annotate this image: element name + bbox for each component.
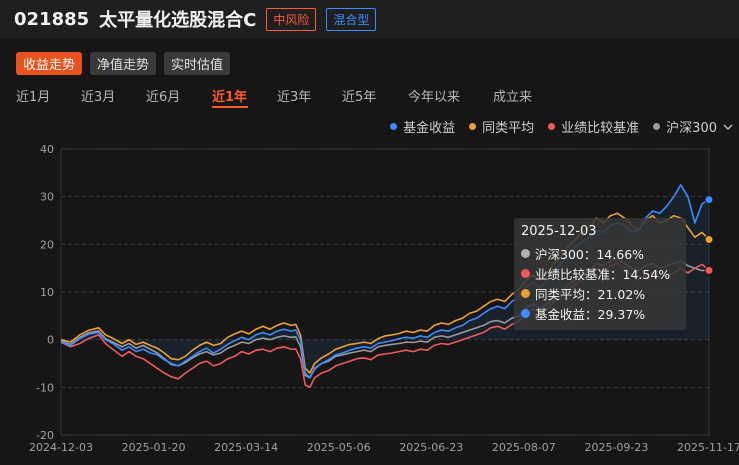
- tooltip-dot-icon: [521, 288, 530, 298]
- legend-label: 沪深300: [666, 121, 717, 136]
- series-end-point: [704, 195, 714, 205]
- tooltip-value: 业绩比较基准：14.54%: [535, 266, 671, 282]
- tooltip-dot-icon: [521, 248, 530, 258]
- x-axis: 2024-12-03 2025-01-20 2025-03-14 2025-05-06…: [29, 441, 739, 454]
- period-tab-6m[interactable]: 近6月: [146, 86, 180, 105]
- tooltip-value: 沪深300：14.66%: [535, 246, 645, 262]
- chevron-down-icon[interactable]: [723, 122, 733, 132]
- legend-dot-icon: [653, 123, 661, 130]
- y-axis: 403020100-10-20: [36, 143, 54, 442]
- period-tab-5y[interactable]: 近5年: [342, 86, 376, 105]
- tooltip-row-csi300: 沪深300：14.66%: [521, 243, 679, 263]
- legend-label: 同类平均: [482, 121, 535, 136]
- period-tab-1y[interactable]: 近1年: [212, 86, 247, 105]
- legend-dot-icon: [548, 123, 556, 130]
- x-tick-label: 2024-12-03: [29, 441, 93, 454]
- legend-label: 业绩比较基准: [561, 121, 640, 136]
- x-tick-label: 2025-01-20: [122, 441, 186, 454]
- y-tick-label: 0: [47, 334, 54, 347]
- tooltip-dot-icon: [521, 268, 530, 278]
- period-tab-1m[interactable]: 近1月: [16, 86, 50, 105]
- chart-legend: 基金收益 同类平均 业绩比较基准 沪深300: [390, 117, 733, 136]
- x-tick-label: 2025-03-14: [214, 441, 278, 454]
- legend-dot-icon: [469, 123, 477, 130]
- risk-badge: 中风险: [266, 7, 317, 31]
- fund-header: 021885 太平量化选股混合C 中风险 混合型: [0, 0, 739, 38]
- fund-code: 021885: [14, 8, 90, 30]
- period-tab-since-inception[interactable]: 成立来: [493, 86, 532, 105]
- legend-item-peer-average[interactable]: 同类平均: [469, 117, 534, 136]
- chart-tooltip: 2025-12-03 沪深300：14.66% 业绩比较基准：14.54% 同类…: [514, 218, 686, 330]
- y-tick-label: -10: [36, 381, 54, 394]
- x-tick-label: 2025-08-07: [492, 441, 556, 454]
- tab-nav-trend[interactable]: 净值走势: [90, 52, 157, 75]
- legend-item-fund[interactable]: 基金收益: [390, 117, 455, 136]
- tooltip-row-peer-average: 同类平均：21.02%: [521, 283, 679, 303]
- tooltip-value: 基金收益：29.37%: [535, 306, 646, 322]
- tooltip-dot-icon: [521, 308, 530, 318]
- tab-realtime-estimate[interactable]: 实时估值: [164, 52, 231, 75]
- legend-item-benchmark[interactable]: 业绩比较基准: [548, 117, 639, 136]
- tooltip-value: 同类平均：21.02%: [535, 286, 646, 302]
- y-tick-label: 30: [40, 191, 54, 204]
- y-tick-label: 10: [40, 286, 54, 299]
- period-tab-ytd[interactable]: 今年以来: [408, 86, 460, 105]
- fund-name: 太平量化选股混合C: [99, 10, 257, 31]
- view-tabs: 收益走势 净值走势 实时估值: [16, 52, 231, 75]
- tooltip-row-benchmark: 业绩比较基准：14.54%: [521, 263, 679, 283]
- x-tick-label: 2025-05-06: [307, 441, 371, 454]
- legend-item-csi300[interactable]: 沪深300: [653, 117, 733, 136]
- y-tick-label: 40: [40, 143, 54, 156]
- legend-label: 基金收益: [403, 121, 456, 136]
- active-period-underline: [212, 106, 248, 108]
- tab-return-trend[interactable]: 收益走势: [16, 52, 83, 75]
- tooltip-row-fund: 基金收益：29.37%: [521, 303, 679, 323]
- period-tab-3y[interactable]: 近3年: [277, 86, 311, 105]
- series-end-point: [704, 234, 714, 244]
- x-tick-label: 2025-11-17: [677, 441, 739, 454]
- period-tabs: 近1月 近3月 近6月 近1年 近3年 近5年 今年以来 成立来: [0, 86, 739, 110]
- fund-type-badge: 混合型: [326, 7, 377, 31]
- series-end-point: [704, 265, 714, 275]
- legend-dot-icon: [390, 123, 398, 130]
- period-tab-3m[interactable]: 近3月: [81, 86, 115, 105]
- tooltip-date: 2025-12-03: [521, 224, 597, 239]
- x-tick-label: 2025-09-23: [584, 441, 648, 454]
- y-tick-label: 20: [40, 238, 54, 251]
- x-tick-label: 2025-06-23: [399, 441, 463, 454]
